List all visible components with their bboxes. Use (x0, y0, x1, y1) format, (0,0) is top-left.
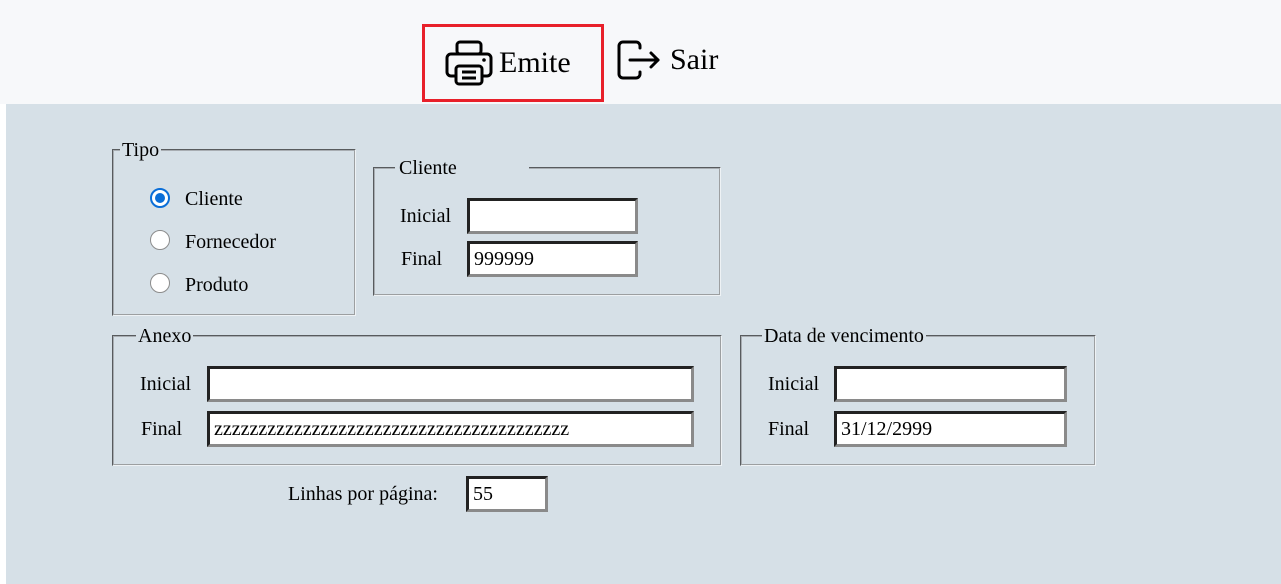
tipo-legend: Tipo (122, 139, 160, 161)
radio-fornecedor-label: Fornecedor (185, 231, 277, 253)
radio-produto[interactable] (150, 273, 170, 293)
anexo-final-input[interactable]: zzzzzzzzzzzzzzzzzzzzzzzzzzzzzzzzzzzzzzzz (207, 411, 694, 447)
cliente-final-label: Final (401, 248, 443, 270)
sair-button[interactable]: Sair (616, 38, 718, 82)
vencimento-inicial-label: Inicial (768, 373, 820, 395)
linhas-input[interactable]: 55 (466, 476, 548, 512)
linhas-label: Linhas por página: (288, 483, 438, 505)
emite-label: Emite (499, 46, 571, 79)
cliente-legend: Cliente (399, 157, 457, 179)
cliente-inicial-input[interactable] (467, 198, 638, 234)
emite-button[interactable]: Emite (422, 24, 604, 102)
cliente-final-input[interactable]: 999999 (467, 241, 638, 277)
anexo-inicial-input[interactable] (207, 366, 694, 402)
form-area: Tipo Cliente Fornecedor Produto Cliente … (6, 104, 1281, 584)
radio-cliente-label: Cliente (185, 188, 243, 210)
sair-label: Sair (670, 43, 719, 76)
vencimento-final-input[interactable]: 31/12/2999 (834, 411, 1067, 447)
toolbar: Emite Sair (0, 0, 1281, 104)
radio-fornecedor[interactable] (150, 230, 170, 250)
vencimento-legend: Data de vencimento (764, 325, 924, 347)
radio-produto-label: Produto (185, 274, 249, 296)
anexo-inicial-label: Inicial (140, 373, 192, 395)
printer-icon (445, 40, 499, 86)
cliente-inicial-label: Inicial (400, 205, 452, 227)
anexo-final-label: Final (141, 418, 183, 440)
anexo-legend: Anexo (138, 325, 192, 347)
radio-cliente[interactable] (150, 188, 170, 208)
vencimento-final-label: Final (768, 418, 810, 440)
vencimento-inicial-input[interactable] (834, 366, 1067, 402)
exit-icon (616, 40, 670, 80)
